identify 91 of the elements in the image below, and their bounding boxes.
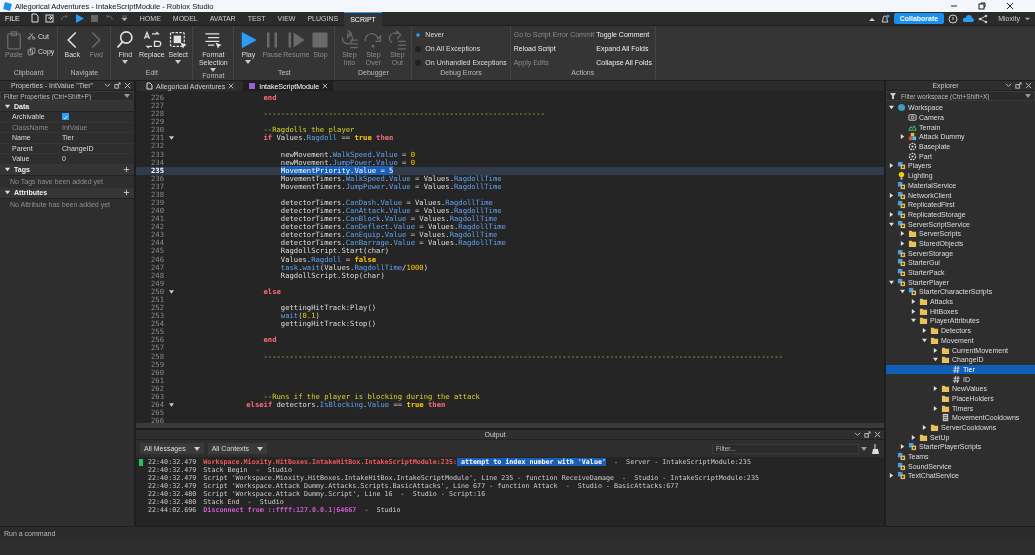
- caret-down-icon: [124, 94, 130, 98]
- caret-down-icon: [861, 446, 867, 451]
- expand-arrow-icon[interactable]: [900, 231, 905, 237]
- add-icon[interactable]: [123, 189, 130, 196]
- hash-icon: [952, 364, 961, 374]
- expand-arrow-icon[interactable]: [911, 299, 916, 305]
- chevron-down-icon[interactable]: [854, 431, 861, 438]
- export-icon[interactable]: [43, 13, 55, 24]
- expand-arrow-icon[interactable]: [922, 337, 927, 343]
- undock-icon[interactable]: [1015, 82, 1022, 89]
- expand-arrow-icon[interactable]: [889, 279, 894, 285]
- expand-arrow-icon[interactable]: [922, 328, 927, 334]
- selection-icon: [168, 30, 189, 50]
- format-lines-icon: [203, 30, 224, 50]
- expand-arrow-icon[interactable]: [889, 163, 894, 169]
- expand-arrow-icon[interactable]: [933, 357, 938, 363]
- restore-icon[interactable]: [977, 1, 987, 11]
- document-icon[interactable]: [28, 13, 40, 24]
- app-logo-icon: [3, 1, 12, 11]
- fold-arrow-icon[interactable]: [169, 289, 174, 294]
- caret-down-icon: [257, 446, 263, 451]
- undock-icon[interactable]: [114, 82, 121, 89]
- expand-arrow-icon[interactable]: [922, 425, 927, 431]
- radio-button[interactable]: [416, 32, 421, 37]
- fold-arrow-icon[interactable]: [169, 136, 174, 141]
- expand-arrow-icon[interactable]: [889, 221, 894, 227]
- expand-arrow-icon[interactable]: [889, 105, 894, 111]
- expand-arrow-icon[interactable]: [900, 134, 905, 140]
- place-icon: [145, 82, 153, 90]
- expand-arrow-icon[interactable]: [900, 289, 905, 295]
- help-icon[interactable]: [948, 13, 959, 24]
- expand-arrow-icon[interactable]: [889, 192, 894, 198]
- caret-down-icon: [245, 60, 252, 64]
- blocks-icon: [897, 452, 906, 462]
- expand-arrow-icon[interactable]: [4, 189, 11, 196]
- lightbulb-icon: [897, 171, 906, 181]
- checkbox[interactable]: [62, 113, 69, 121]
- expand-arrow-icon[interactable]: [889, 473, 894, 479]
- search-icon: [115, 30, 136, 50]
- checkmark-icon: [63, 114, 68, 122]
- blocks-icon: [897, 471, 906, 481]
- add-icon[interactable]: [123, 166, 130, 173]
- blocks-icon: [897, 190, 906, 200]
- expand-arrow-icon[interactable]: [911, 318, 916, 324]
- blocks-icon: [897, 277, 906, 287]
- blocks-icon: [897, 161, 906, 171]
- share-icon[interactable]: [978, 13, 989, 24]
- expand-arrow-icon[interactable]: [900, 240, 905, 246]
- broom-icon[interactable]: [871, 443, 880, 454]
- expand-arrow-icon[interactable]: [4, 166, 11, 173]
- expand-arrow-icon[interactable]: [900, 444, 905, 450]
- expand-arrow-icon[interactable]: [933, 405, 938, 411]
- caret-down-icon[interactable]: [1024, 15, 1031, 22]
- caret-down-icon: [175, 60, 182, 64]
- expand-arrow-icon[interactable]: [911, 308, 916, 314]
- bell-icon[interactable]: [879, 13, 890, 24]
- caret-down-icon: [193, 446, 200, 451]
- fold-arrow-icon[interactable]: [169, 403, 174, 407]
- replace-icon: [141, 30, 162, 50]
- hash-icon: [952, 374, 961, 384]
- clipboard-icon: [4, 30, 24, 50]
- close-icon[interactable]: [1005, 1, 1015, 11]
- blocks-icon: [897, 219, 906, 229]
- caret-down-icon: [210, 68, 217, 72]
- expand-arrow-icon[interactable]: [911, 434, 916, 440]
- blocks-icon: [908, 132, 917, 142]
- step-over-icon: [363, 30, 384, 50]
- scissors-icon: [27, 31, 36, 41]
- expand-arrow-icon[interactable]: [933, 347, 938, 353]
- cloud-icon[interactable]: [962, 14, 975, 23]
- step-into-icon: [339, 30, 360, 50]
- terrain-icon: [908, 122, 917, 132]
- camera-icon: [908, 113, 917, 123]
- expand-arrow-icon[interactable]: [889, 211, 894, 217]
- caret-down-icon: [122, 60, 129, 64]
- copy-icon: [27, 46, 36, 56]
- caret-down-icon: [1025, 94, 1031, 98]
- expand-arrow-icon[interactable]: [933, 386, 938, 392]
- document-icon: [941, 413, 950, 423]
- stop-icon[interactable]: [88, 13, 100, 24]
- chevron-down-icon[interactable]: [104, 82, 111, 89]
- step-out-icon: [387, 30, 408, 50]
- expand-arrow-icon[interactable]: [4, 102, 11, 110]
- blocks-icon: [908, 287, 917, 297]
- undock-icon[interactable]: [864, 431, 871, 438]
- script-icon: [248, 82, 257, 90]
- chevron-down-icon[interactable]: [1005, 82, 1012, 89]
- stop-icon: [310, 30, 331, 50]
- blocks-icon: [908, 442, 917, 452]
- globe-icon: [897, 103, 906, 113]
- resume-icon: [286, 30, 307, 50]
